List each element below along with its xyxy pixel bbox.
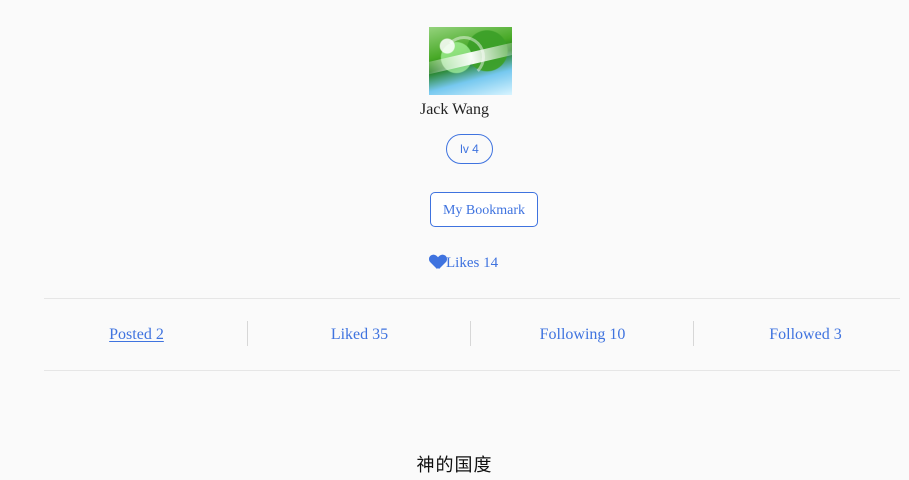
avatar xyxy=(429,27,512,95)
heart-icon xyxy=(430,254,446,268)
liked-tab[interactable]: Liked 35 xyxy=(248,323,471,347)
likes-count: Likes 14 xyxy=(430,253,498,273)
level-badge: lv 4 xyxy=(446,134,493,164)
profile-page: Jack Wang lv 4 My Bookmark Likes 14 Post… xyxy=(0,0,909,476)
my-bookmark-button[interactable]: My Bookmark xyxy=(430,192,538,227)
following-tab[interactable]: Following 10 xyxy=(471,323,694,347)
stats-bottom-divider xyxy=(44,370,900,371)
liked-label: Liked 35 xyxy=(330,326,389,343)
followed-tab[interactable]: Followed 3 xyxy=(694,323,909,347)
posted-tab[interactable]: Posted 2 xyxy=(25,323,248,347)
following-label: Following 10 xyxy=(539,326,626,343)
stats-top-divider xyxy=(44,298,900,299)
followed-label: Followed 3 xyxy=(769,326,842,343)
user-name: Jack Wang xyxy=(419,101,490,118)
likes-label: Likes 14 xyxy=(446,255,499,271)
section-title: 神的国度 xyxy=(416,455,493,476)
posted-label: Posted 2 xyxy=(109,326,164,343)
